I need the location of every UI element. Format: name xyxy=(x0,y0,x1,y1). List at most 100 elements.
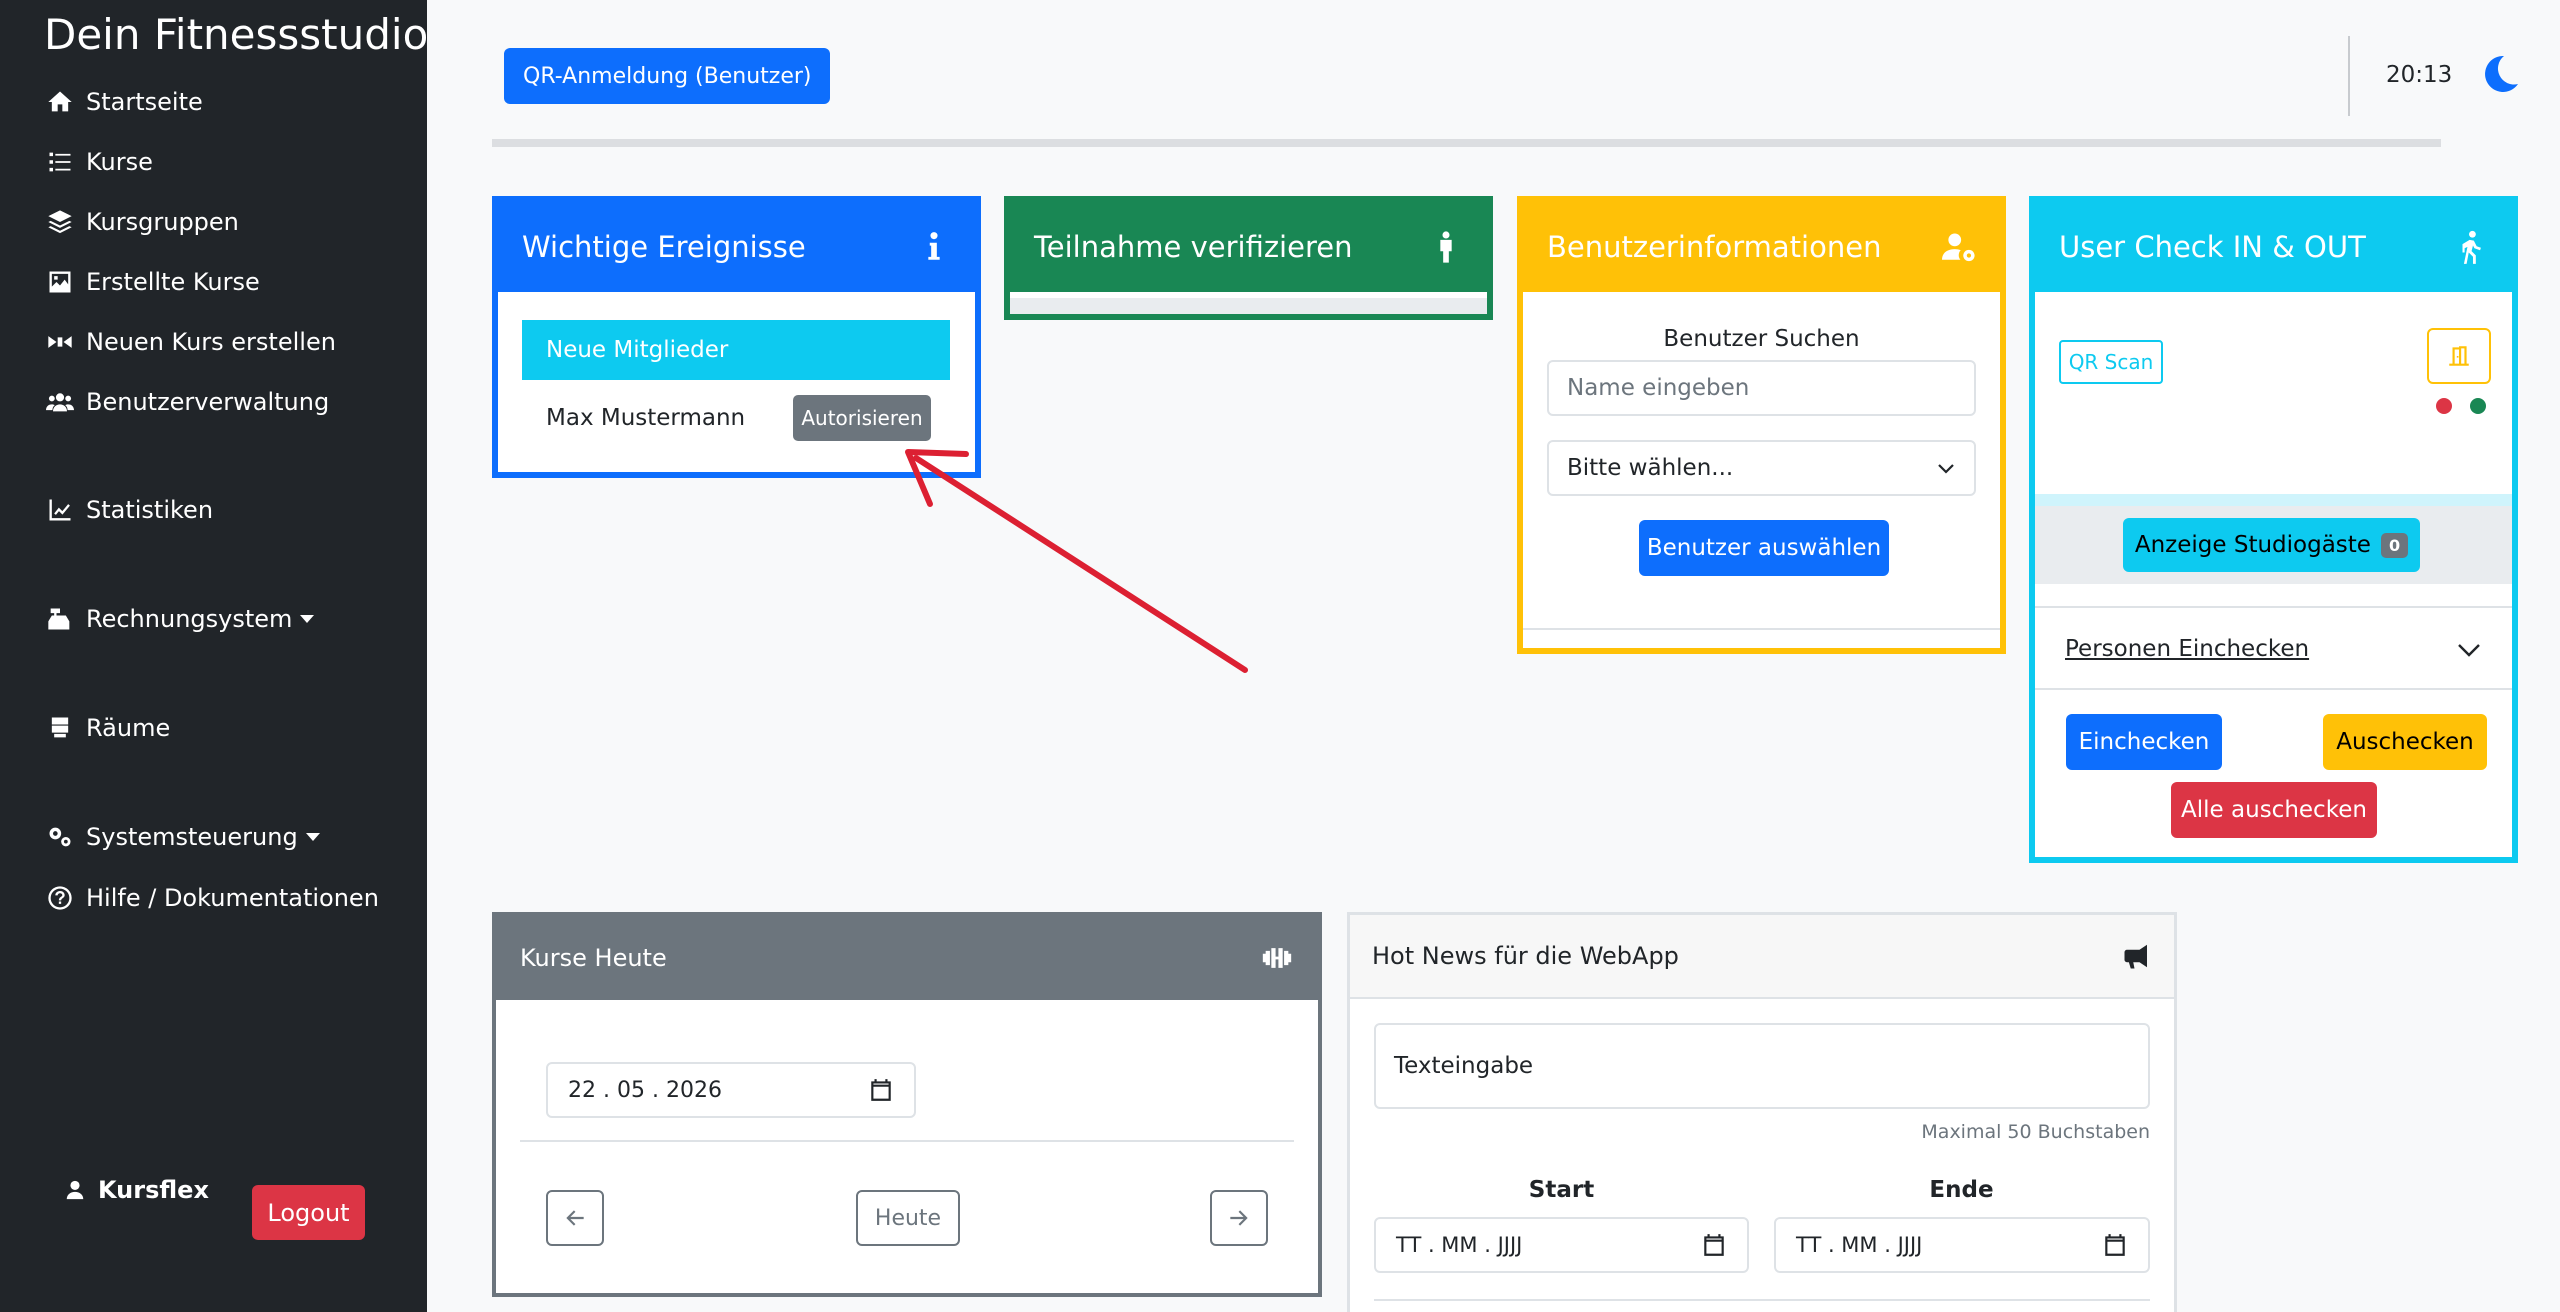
sidebar-item-hilfe[interactable]: Hilfe / Dokumentationen xyxy=(44,884,379,912)
chevron-down-icon[interactable] xyxy=(2455,636,2483,664)
start-date-placeholder: TT . MM . JJJJ xyxy=(1396,1233,1523,1257)
card-header: Hot News für die WebApp xyxy=(1350,915,2174,999)
chevron-down-icon xyxy=(1938,464,1954,474)
sidebar-item-benutzerverwaltung[interactable]: Benutzerverwaltung xyxy=(44,388,329,416)
gears-icon xyxy=(44,823,76,851)
megaphone-icon xyxy=(2124,944,2147,969)
end-label: Ende xyxy=(1929,1177,1994,1203)
door-button[interactable] xyxy=(2427,328,2491,384)
layers-icon xyxy=(44,208,76,236)
sidebar-item-neuen-kurs[interactable]: Neuen Kurs erstellen xyxy=(44,328,336,356)
verify-card: Teilnahme verifizieren xyxy=(1004,196,1493,320)
image-icon xyxy=(44,268,76,296)
calendar-icon[interactable] xyxy=(2102,1232,2128,1258)
sidebar-item-startseite[interactable]: Startseite xyxy=(44,88,203,116)
sidebar-item-systemsteuerung[interactable]: Systemsteuerung xyxy=(44,823,320,851)
end-date-placeholder: TT . MM . JJJJ xyxy=(1796,1233,1923,1257)
card-footer-divider xyxy=(1523,628,2000,630)
user-icon xyxy=(66,1180,84,1200)
moon-icon[interactable] xyxy=(2478,52,2522,96)
card-title: Kurse Heute xyxy=(520,944,667,972)
checkout-all-button[interactable]: Alle auschecken xyxy=(2171,782,2377,838)
card-header: Wichtige Ereignisse xyxy=(498,202,975,292)
userinfo-card: Benutzerinformationen Benutzer Suchen Na… xyxy=(1517,196,2006,654)
door-open-icon xyxy=(2449,346,2469,366)
studio-guests-label: Anzeige Studiogäste xyxy=(2134,532,2371,558)
cash-register-icon xyxy=(44,605,76,633)
today-button[interactable]: Heute xyxy=(856,1190,960,1246)
sidebar-item-kursgruppen[interactable]: Kursgruppen xyxy=(44,208,239,236)
user-name: Kursflex xyxy=(98,1176,209,1204)
sidebar-item-label: Rechnungsystem xyxy=(86,605,293,633)
brand-title[interactable]: Dein Fitnessstudio xyxy=(44,10,428,59)
name-search-input[interactable]: Name eingeben xyxy=(1547,360,1976,416)
checkin-card: User Check IN & OUT QR Scan Anzeige Stud… xyxy=(2029,196,2518,863)
question-circle-icon xyxy=(44,884,76,912)
card-title: Benutzerinformationen xyxy=(1547,230,1882,264)
previous-day-button[interactable] xyxy=(546,1190,604,1246)
course-date-input[interactable]: 22 . 05 . 2026 xyxy=(546,1062,916,1118)
card-body xyxy=(1010,298,1487,314)
qr-login-button[interactable]: QR-Anmeldung (Benutzer) xyxy=(504,48,831,104)
checkin-button[interactable]: Einchecken xyxy=(2066,714,2222,770)
sidebar: Dein Fitnessstudio Startseite Kurse Kurs… xyxy=(0,0,428,1312)
sidebar-item-label: Systemsteuerung xyxy=(86,823,298,851)
select-value: Bitte wählen... xyxy=(1567,455,1734,481)
divider xyxy=(520,1140,1294,1142)
sidebar-item-label: Räume xyxy=(86,714,171,742)
sidebar-item-kurse[interactable]: Kurse xyxy=(44,148,153,176)
card-title: User Check IN & OUT xyxy=(2059,230,2366,264)
courses-today-card: Kurse Heute 22 . 05 . 2026 Heute xyxy=(492,912,1322,1297)
arrow-left-icon xyxy=(566,1210,584,1226)
home-icon xyxy=(44,88,76,116)
sidebar-item-label: Erstellte Kurse xyxy=(86,268,260,296)
list-item-neue-mitglieder[interactable]: Neue Mitglieder xyxy=(522,320,950,380)
qr-scan-button[interactable]: QR Scan xyxy=(2059,340,2163,384)
authorize-button[interactable]: Autorisieren xyxy=(793,395,931,441)
checkout-button[interactable]: Auschecken xyxy=(2323,714,2487,770)
select-user-button[interactable]: Benutzer auswählen xyxy=(1639,520,1889,576)
status-dot-red xyxy=(2436,398,2452,414)
info-icon xyxy=(928,232,940,260)
list-icon xyxy=(44,148,76,176)
dropdown-caret-icon xyxy=(300,615,315,623)
sidebar-item-label: Kursgruppen xyxy=(86,208,239,236)
sidebar-item-erstellte-kurse[interactable]: Erstellte Kurse xyxy=(44,268,260,296)
calendar-icon[interactable] xyxy=(1701,1232,1727,1258)
hot-news-card: Hot News für die WebApp Texteingabe Maxi… xyxy=(1347,912,2177,1312)
news-char-limit-hint: Maximal 50 Buchstaben xyxy=(1921,1121,2150,1143)
walking-icon xyxy=(2462,230,2481,264)
start-date-input[interactable]: TT . MM . JJJJ xyxy=(1374,1217,1749,1273)
sidebar-item-statistiken[interactable]: Statistiken xyxy=(44,496,213,524)
sidebar-item-rechnungsystem[interactable]: Rechnungsystem xyxy=(44,605,315,633)
next-day-button[interactable] xyxy=(1210,1190,1268,1246)
events-card: Wichtige Ereignisse Neue Mitglieder Max … xyxy=(492,196,981,478)
user-select[interactable]: Bitte wählen... xyxy=(1547,440,1976,496)
status-dot-green xyxy=(2470,398,2486,414)
chart-line-icon xyxy=(44,496,76,524)
user-gear-icon xyxy=(1942,233,1975,262)
card-header: Teilnahme verifizieren xyxy=(1010,202,1487,292)
sidebar-item-raeume[interactable]: Räume xyxy=(44,714,170,742)
search-label: Benutzer Suchen xyxy=(1663,326,1860,352)
server-icon xyxy=(44,714,76,742)
topbar-divider xyxy=(2348,36,2350,116)
card-header: Kurse Heute xyxy=(496,916,1318,1000)
calendar-icon[interactable] xyxy=(868,1077,894,1103)
sidebar-item-label: Benutzerverwaltung xyxy=(86,388,330,416)
film-icon xyxy=(44,328,76,356)
divider xyxy=(2035,688,2512,690)
card-header: Benutzerinformationen xyxy=(1523,202,2000,292)
divider xyxy=(1374,1299,2150,1301)
clock: 20:13 xyxy=(2386,62,2453,88)
header-divider xyxy=(492,139,2441,147)
card-title: Wichtige Ereignisse xyxy=(522,230,806,264)
users-icon xyxy=(44,388,76,416)
news-text-input[interactable]: Texteingabe xyxy=(1374,1023,2150,1109)
card-title: Hot News für die WebApp xyxy=(1372,942,1679,970)
checkin-accordion-toggle[interactable]: Personen Einchecken xyxy=(2065,636,2309,662)
logout-button[interactable]: Logout xyxy=(252,1185,365,1240)
studio-guests-button[interactable]: Anzeige Studiogäste 0 xyxy=(2123,518,2420,572)
end-date-input[interactable]: TT . MM . JJJJ xyxy=(1774,1217,2150,1273)
arrow-right-icon xyxy=(1230,1210,1248,1226)
